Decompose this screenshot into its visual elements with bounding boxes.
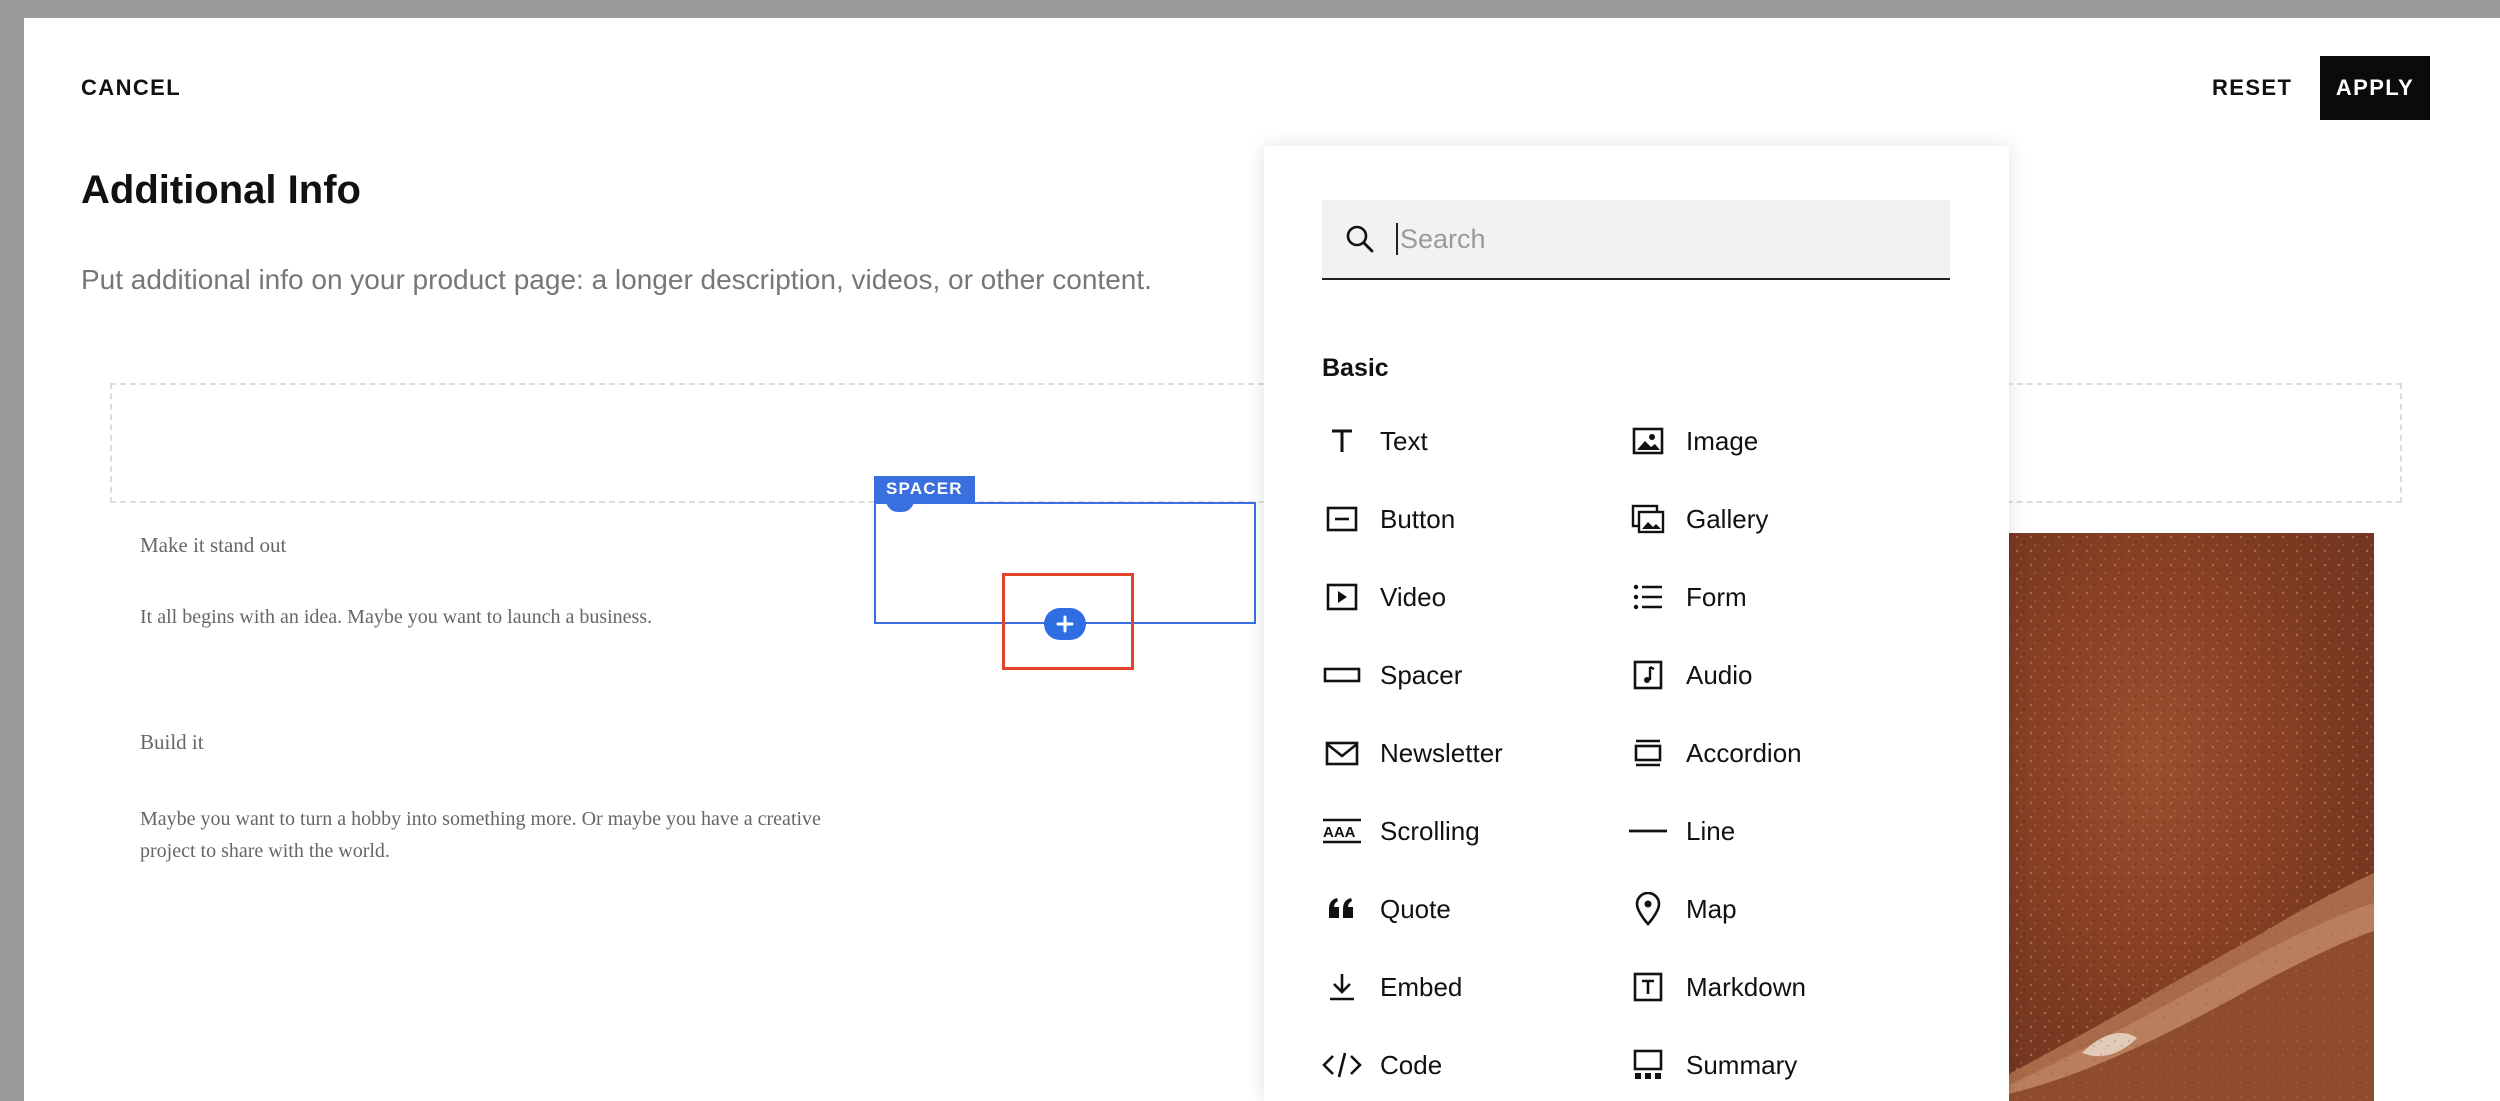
editor-modal: CANCEL RESET APPLY Additional Info Put a… (24, 18, 2500, 1101)
block-item-label: Form (1686, 581, 1747, 612)
line-icon (1628, 811, 1668, 851)
quote-icon (1322, 889, 1362, 929)
block-item-label: Button (1380, 503, 1456, 534)
page-title: Additional Info (81, 168, 361, 212)
embed-icon (1322, 967, 1362, 1007)
map-icon (1628, 889, 1668, 929)
block-item-label: Line (1686, 815, 1736, 846)
code-icon (1322, 1045, 1362, 1085)
add-block-button[interactable] (1044, 608, 1086, 640)
product-image[interactable] (1972, 533, 2374, 1101)
search-icon (1346, 225, 1374, 253)
top-strip (2394, 32, 2500, 36)
content-paragraph-2[interactable]: Maybe you want to turn a hobby into some… (140, 803, 860, 867)
block-item-gallery[interactable]: Gallery (1628, 499, 1768, 539)
spacer-tag: SPACER (874, 476, 975, 502)
block-item-button[interactable]: Button (1322, 499, 1455, 539)
block-item-code[interactable]: Code (1322, 1045, 1442, 1085)
apply-button[interactable]: APPLY (2320, 56, 2430, 120)
block-item-label: Newsletter (1380, 737, 1503, 768)
block-item-label: Image (1686, 425, 1759, 456)
block-item-markdown[interactable]: Markdown (1628, 967, 1806, 1007)
block-item-quote[interactable]: Quote (1322, 889, 1451, 929)
block-item-scrolling[interactable]: AAA Scrolling (1322, 811, 1480, 851)
newsletter-icon (1322, 733, 1362, 773)
block-item-label: Accordion (1686, 737, 1802, 768)
spacer-icon (1322, 655, 1362, 695)
audio-icon (1628, 655, 1668, 695)
content-paragraph-1[interactable]: It all begins with an idea. Maybe you wa… (140, 606, 652, 629)
block-item-label: Code (1380, 1049, 1443, 1080)
block-item-label: Scrolling (1380, 815, 1480, 846)
button-icon (1322, 499, 1362, 539)
accordion-icon (1628, 733, 1668, 773)
cancel-button[interactable]: CANCEL (81, 75, 181, 101)
block-item-label: Summary (1686, 1049, 1798, 1080)
section-label-basic: Basic (1322, 354, 1389, 382)
block-item-label: Markdown (1686, 971, 1806, 1002)
empty-drop-zone[interactable] (110, 383, 2402, 503)
clay-bowl-photo (1972, 533, 2374, 1101)
block-picker-panel: Basic Text Image Button Gallery (1264, 146, 2009, 1101)
reset-button[interactable]: RESET (2212, 75, 2292, 101)
plus-icon (1056, 615, 1074, 633)
video-icon (1322, 577, 1362, 617)
gallery-icon (1628, 499, 1668, 539)
search-box[interactable] (1322, 200, 1950, 280)
block-item-label: Text (1380, 425, 1428, 456)
block-item-accordion[interactable]: Accordion (1628, 733, 1802, 773)
block-item-video[interactable]: Video (1322, 577, 1446, 617)
block-item-text[interactable]: Text (1322, 421, 1428, 461)
text-icon (1322, 421, 1362, 461)
image-icon (1628, 421, 1668, 461)
content-heading-2[interactable]: Build it (140, 730, 204, 755)
summary-icon (1628, 1045, 1668, 1085)
block-item-label: Spacer (1380, 659, 1463, 690)
form-icon (1628, 577, 1668, 617)
block-item-label: Embed (1380, 971, 1463, 1002)
block-item-form[interactable]: Form (1628, 577, 1747, 617)
block-item-label: Map (1686, 893, 1737, 924)
block-item-spacer[interactable]: Spacer (1322, 655, 1462, 695)
page-subtitle: Put additional info on your product page… (81, 264, 1152, 295)
block-item-label: Video (1380, 581, 1447, 612)
block-item-label: Gallery (1686, 503, 1769, 534)
block-item-image[interactable]: Image (1628, 421, 1758, 461)
markdown-icon (1628, 967, 1668, 1007)
block-item-label: Audio (1686, 659, 1753, 690)
block-item-embed[interactable]: Embed (1322, 967, 1462, 1007)
search-input[interactable] (1396, 223, 1916, 255)
block-item-summary[interactable]: Summary (1628, 1045, 1797, 1085)
svg-text:AAA: AAA (1323, 824, 1356, 841)
block-item-newsletter[interactable]: Newsletter (1322, 733, 1503, 773)
block-item-label: Quote (1380, 893, 1451, 924)
block-item-map[interactable]: Map (1628, 889, 1737, 929)
scrolling-icon: AAA (1322, 811, 1362, 851)
block-item-audio[interactable]: Audio (1628, 655, 1753, 695)
block-item-line[interactable]: Line (1628, 811, 1735, 851)
content-heading-1[interactable]: Make it stand out (140, 533, 286, 558)
